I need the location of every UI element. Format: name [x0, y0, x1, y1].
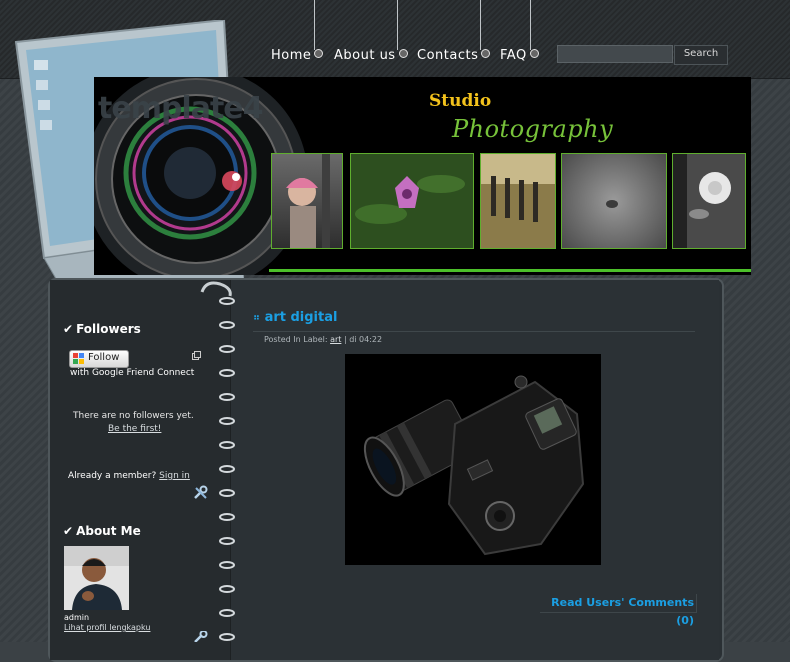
sign-in-link[interactable]: Sign in: [159, 471, 190, 481]
banner-studio-text: Studio: [429, 91, 492, 111]
nav-bullet-icon: [398, 49, 408, 58]
nav-contacts[interactable]: Contacts: [417, 48, 491, 63]
post-meta: Posted In Label: art | di 04:22: [264, 335, 382, 344]
profile-name: admin: [64, 613, 90, 622]
follow-button-label: Follow: [88, 352, 120, 363]
spiral-ring-icon: [219, 537, 235, 545]
post-meta-prefix: Posted In Label:: [264, 335, 328, 344]
banner-photo-rose: [672, 153, 746, 249]
spiral-ring-icon: [219, 393, 235, 401]
spiral-ring-icon: [219, 489, 235, 497]
post-time: di 04:22: [349, 335, 383, 344]
post-meta-separator: |: [343, 335, 347, 344]
already-member-line: Already a member? Sign in: [68, 471, 190, 481]
spiral-ring-icon: [219, 441, 235, 449]
banner-photo-belly: [561, 153, 667, 249]
edit-widget-tools-icon[interactable]: [193, 485, 208, 500]
spiral-ring-icon: [219, 609, 235, 617]
already-member-text: Already a member?: [68, 471, 157, 481]
about-title-text: About Me: [76, 524, 141, 538]
blog-title[interactable]: template4: [98, 91, 264, 126]
spiral-ring-icon: [219, 321, 235, 329]
post-title-divider: [253, 331, 695, 332]
google-friend-connect-icon: [73, 353, 84, 364]
spiral-ring-icon: [219, 369, 235, 377]
nav-faq-label: FAQ: [500, 48, 527, 63]
nav-about-us[interactable]: About us: [334, 48, 408, 63]
nav-home[interactable]: Home: [271, 48, 324, 63]
nav-string: [397, 0, 398, 50]
nav-string: [530, 0, 531, 50]
nav-faq[interactable]: FAQ: [500, 48, 539, 63]
spiral-ring-icon: [219, 633, 235, 641]
nav-contacts-label: Contacts: [417, 48, 479, 63]
followers-title-text: Followers: [76, 322, 141, 336]
banner-photography-text: Photography: [452, 115, 614, 143]
post-title[interactable]: ⠶ art digital: [253, 310, 337, 325]
nav-string: [314, 0, 315, 50]
read-comments-link[interactable]: Read Users' Comments (0): [540, 594, 697, 627]
nav-string: [480, 0, 481, 50]
gfc-caption: with Google Friend Connect: [70, 368, 195, 378]
spiral-ring-icon: [219, 513, 235, 521]
spiral-ring-icon: [219, 561, 235, 569]
search-input[interactable]: [557, 45, 673, 63]
spiral-ring-icon: [219, 465, 235, 473]
spiral-ring-icon: [219, 297, 235, 305]
banner-green-line: [269, 269, 751, 272]
checkmark-icon: ✔: [63, 322, 74, 336]
banner-photo-flower: [350, 153, 474, 249]
popup-window-icon[interactable]: [192, 351, 201, 360]
post-title-text[interactable]: art digital: [265, 310, 338, 325]
follow-button[interactable]: Follow: [69, 350, 129, 368]
be-first-link[interactable]: Be the first!: [108, 424, 161, 434]
edit-widget-tools-icon[interactable]: [193, 631, 208, 642]
checkmark-icon: ✔: [63, 524, 74, 538]
spiral-ring-icon: [219, 585, 235, 593]
post-image-camera[interactable]: [345, 354, 601, 565]
header-banner: template4 Studio Photography: [94, 77, 751, 275]
search-button[interactable]: Search: [674, 45, 728, 65]
spiral-ring-icon: [219, 417, 235, 425]
view-full-profile-link[interactable]: Lihat profil lengkapku: [64, 623, 150, 632]
followers-widget-title: ✔ Followers: [63, 322, 141, 336]
about-me-widget-title: ✔ About Me: [63, 524, 141, 538]
banner-photo-child: [271, 153, 343, 249]
banner-photo-fence: [480, 153, 556, 249]
nav-about-label: About us: [334, 48, 396, 63]
post-bullet-icon: ⠶: [253, 313, 261, 323]
nav-bullet-icon: [481, 49, 491, 58]
spiral-ring-icon: [219, 345, 235, 353]
post-label-link[interactable]: art: [330, 335, 341, 344]
nav-bullet-icon: [314, 49, 324, 58]
nav-home-label: Home: [271, 48, 312, 63]
nav-bullet-icon: [529, 49, 539, 58]
profile-avatar[interactable]: [64, 546, 129, 610]
no-followers-text: There are no followers yet.: [73, 411, 194, 421]
